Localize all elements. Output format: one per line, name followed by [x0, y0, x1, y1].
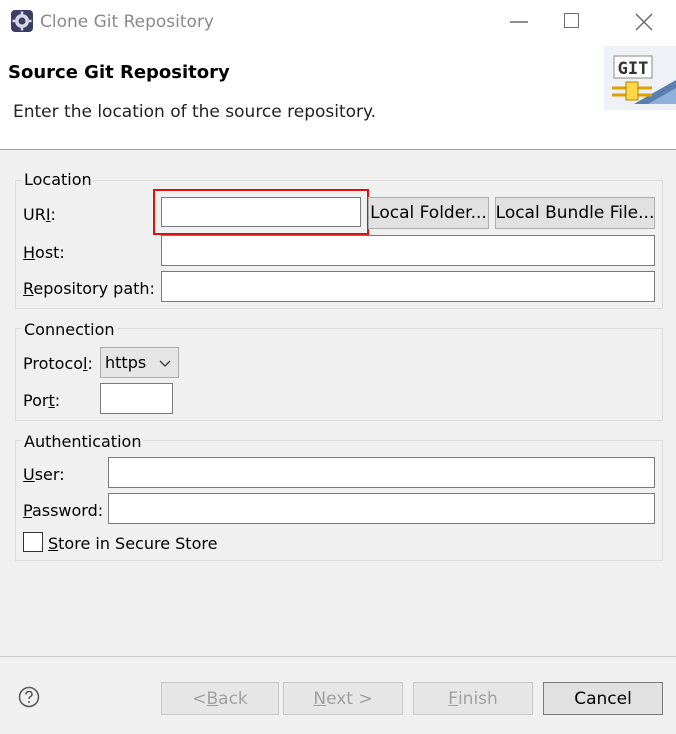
back-button[interactable]: < Back	[161, 682, 279, 715]
repository-path-input[interactable]	[161, 271, 655, 302]
local-bundle-file-button[interactable]: Local Bundle File...	[495, 197, 655, 229]
password-label: Password:	[23, 501, 104, 520]
host-input[interactable]	[161, 235, 655, 266]
finish-button[interactable]: Finish	[413, 682, 533, 715]
cancel-button[interactable]: Cancel	[543, 682, 663, 715]
uri-label: URI:	[23, 205, 56, 224]
maximize-icon[interactable]	[564, 13, 579, 28]
next-button[interactable]: Next >	[283, 682, 403, 715]
location-group-label: Location	[22, 170, 94, 189]
port-label: Port:	[23, 391, 61, 410]
eclipse-gear-icon	[11, 10, 33, 32]
page-title: Source Git Repository	[8, 62, 230, 83]
chevron-down-icon	[159, 360, 171, 367]
window-title: Clone Git Repository	[40, 12, 214, 32]
page-description: Enter the location of the source reposit…	[13, 102, 377, 122]
password-input[interactable]	[108, 493, 655, 524]
store-secure-checkbox[interactable]	[23, 532, 43, 552]
local-folder-button[interactable]: Local Folder...	[368, 197, 489, 229]
protocol-select[interactable]: https	[100, 347, 179, 378]
port-input[interactable]	[100, 383, 173, 414]
wizard-header: Source Git Repository Enter the location…	[0, 46, 676, 150]
git-logo-icon: GIT	[604, 46, 676, 110]
repository-path-label: Repository path:	[23, 279, 155, 298]
git-logo-text: GIT	[618, 59, 649, 79]
protocol-label: Protocol:	[23, 354, 93, 373]
title-bar: Clone Git Repository	[0, 0, 676, 46]
user-label: User:	[23, 465, 65, 484]
connection-group-label: Connection	[22, 320, 117, 339]
authentication-group-label: Authentication	[22, 432, 144, 451]
protocol-select-value: https	[105, 353, 147, 372]
help-icon[interactable]	[18, 686, 40, 708]
user-input[interactable]	[108, 457, 655, 488]
minimize-icon[interactable]	[507, 10, 531, 34]
host-label: Host:	[23, 243, 65, 262]
store-secure-label[interactable]: Store in Secure Store	[48, 534, 217, 553]
uri-input[interactable]	[161, 197, 361, 227]
close-icon[interactable]	[632, 10, 656, 34]
